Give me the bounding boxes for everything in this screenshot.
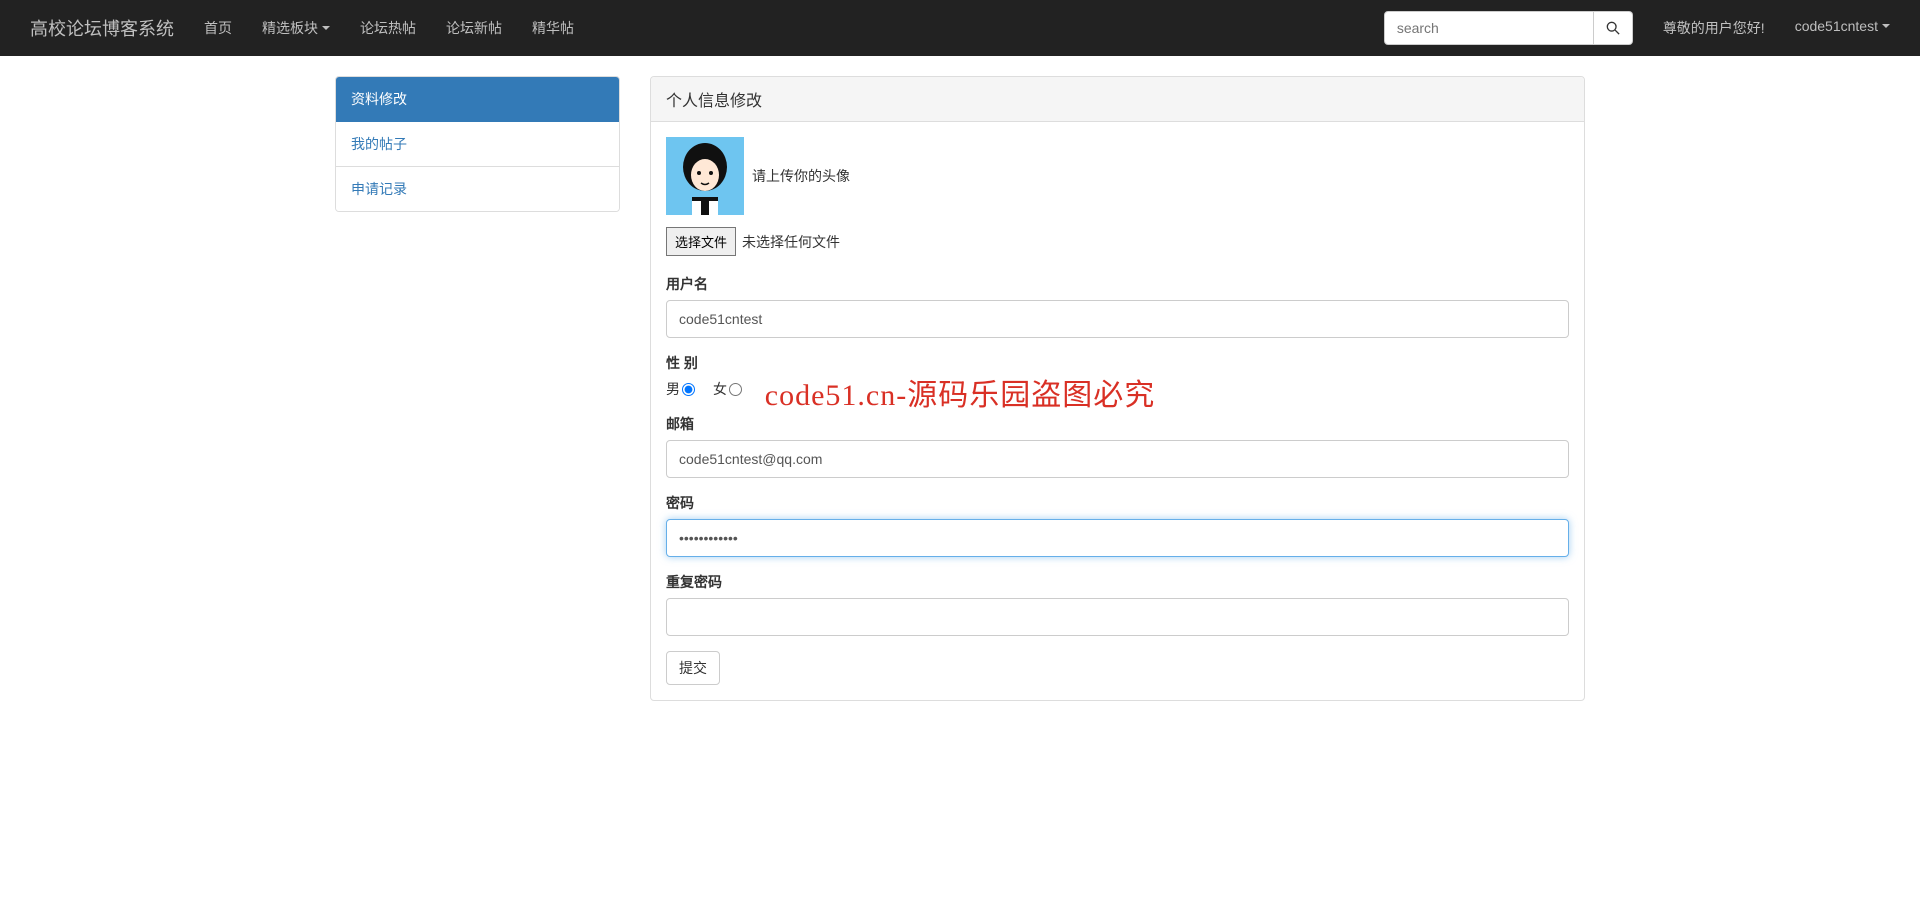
search-input[interactable] — [1384, 11, 1594, 45]
chevron-down-icon — [322, 26, 330, 30]
search-button[interactable] — [1594, 11, 1633, 45]
password-input[interactable] — [666, 519, 1569, 557]
repeat-password-label: 重复密码 — [666, 572, 1569, 592]
sidebar-item-apply-records[interactable]: 申请记录 — [336, 167, 619, 211]
email-label: 邮箱 — [666, 414, 1569, 434]
search-icon — [1606, 21, 1620, 35]
search-form — [1384, 11, 1633, 45]
avatar-image — [666, 137, 744, 215]
gender-female-radio[interactable] — [729, 383, 742, 396]
panel-title: 个人信息修改 — [651, 77, 1584, 122]
username-label: 用户名 — [666, 274, 1569, 294]
brand-link[interactable]: 高校论坛博客系统 — [15, 0, 189, 56]
top-navbar: 高校论坛博客系统 首页 精选板块 论坛热帖 论坛新帖 精华帖 尊敬的用户您好! … — [0, 0, 1920, 56]
gender-label: 性 别 — [666, 353, 1569, 373]
email-input[interactable] — [666, 440, 1569, 478]
nav-menu: 首页 精选板块 论坛热帖 论坛新帖 精华帖 — [189, 3, 589, 53]
sidebar-menu: 资料修改 我的帖子 申请记录 — [335, 76, 620, 212]
nav-home[interactable]: 首页 — [189, 3, 247, 53]
nav-featured[interactable]: 精选板块 — [247, 3, 345, 53]
gender-male-label: 男 — [666, 379, 680, 399]
nav-essence[interactable]: 精华帖 — [517, 3, 589, 53]
nav-user-dropdown[interactable]: code51cntest — [1780, 3, 1905, 49]
avatar-upload-label: 请上传你的头像 — [752, 166, 850, 186]
sidebar-item-profile-edit[interactable]: 资料修改 — [336, 77, 619, 122]
chevron-down-icon — [1882, 24, 1890, 28]
gender-male-radio[interactable] — [682, 383, 695, 396]
username-input[interactable] — [666, 300, 1569, 338]
profile-panel: 个人信息修改 — [650, 76, 1585, 701]
nav-new[interactable]: 论坛新帖 — [431, 3, 517, 53]
file-status-text: 未选择任何文件 — [742, 232, 840, 252]
sidebar-item-my-posts[interactable]: 我的帖子 — [336, 122, 619, 167]
submit-button[interactable]: 提交 — [666, 651, 720, 685]
gender-female-label: 女 — [713, 379, 727, 399]
repeat-password-input[interactable] — [666, 598, 1569, 636]
nav-hot[interactable]: 论坛热帖 — [345, 3, 431, 53]
password-label: 密码 — [666, 493, 1569, 513]
nav-greeting[interactable]: 尊敬的用户您好! — [1648, 3, 1780, 53]
choose-file-button[interactable]: 选择文件 — [666, 227, 736, 256]
